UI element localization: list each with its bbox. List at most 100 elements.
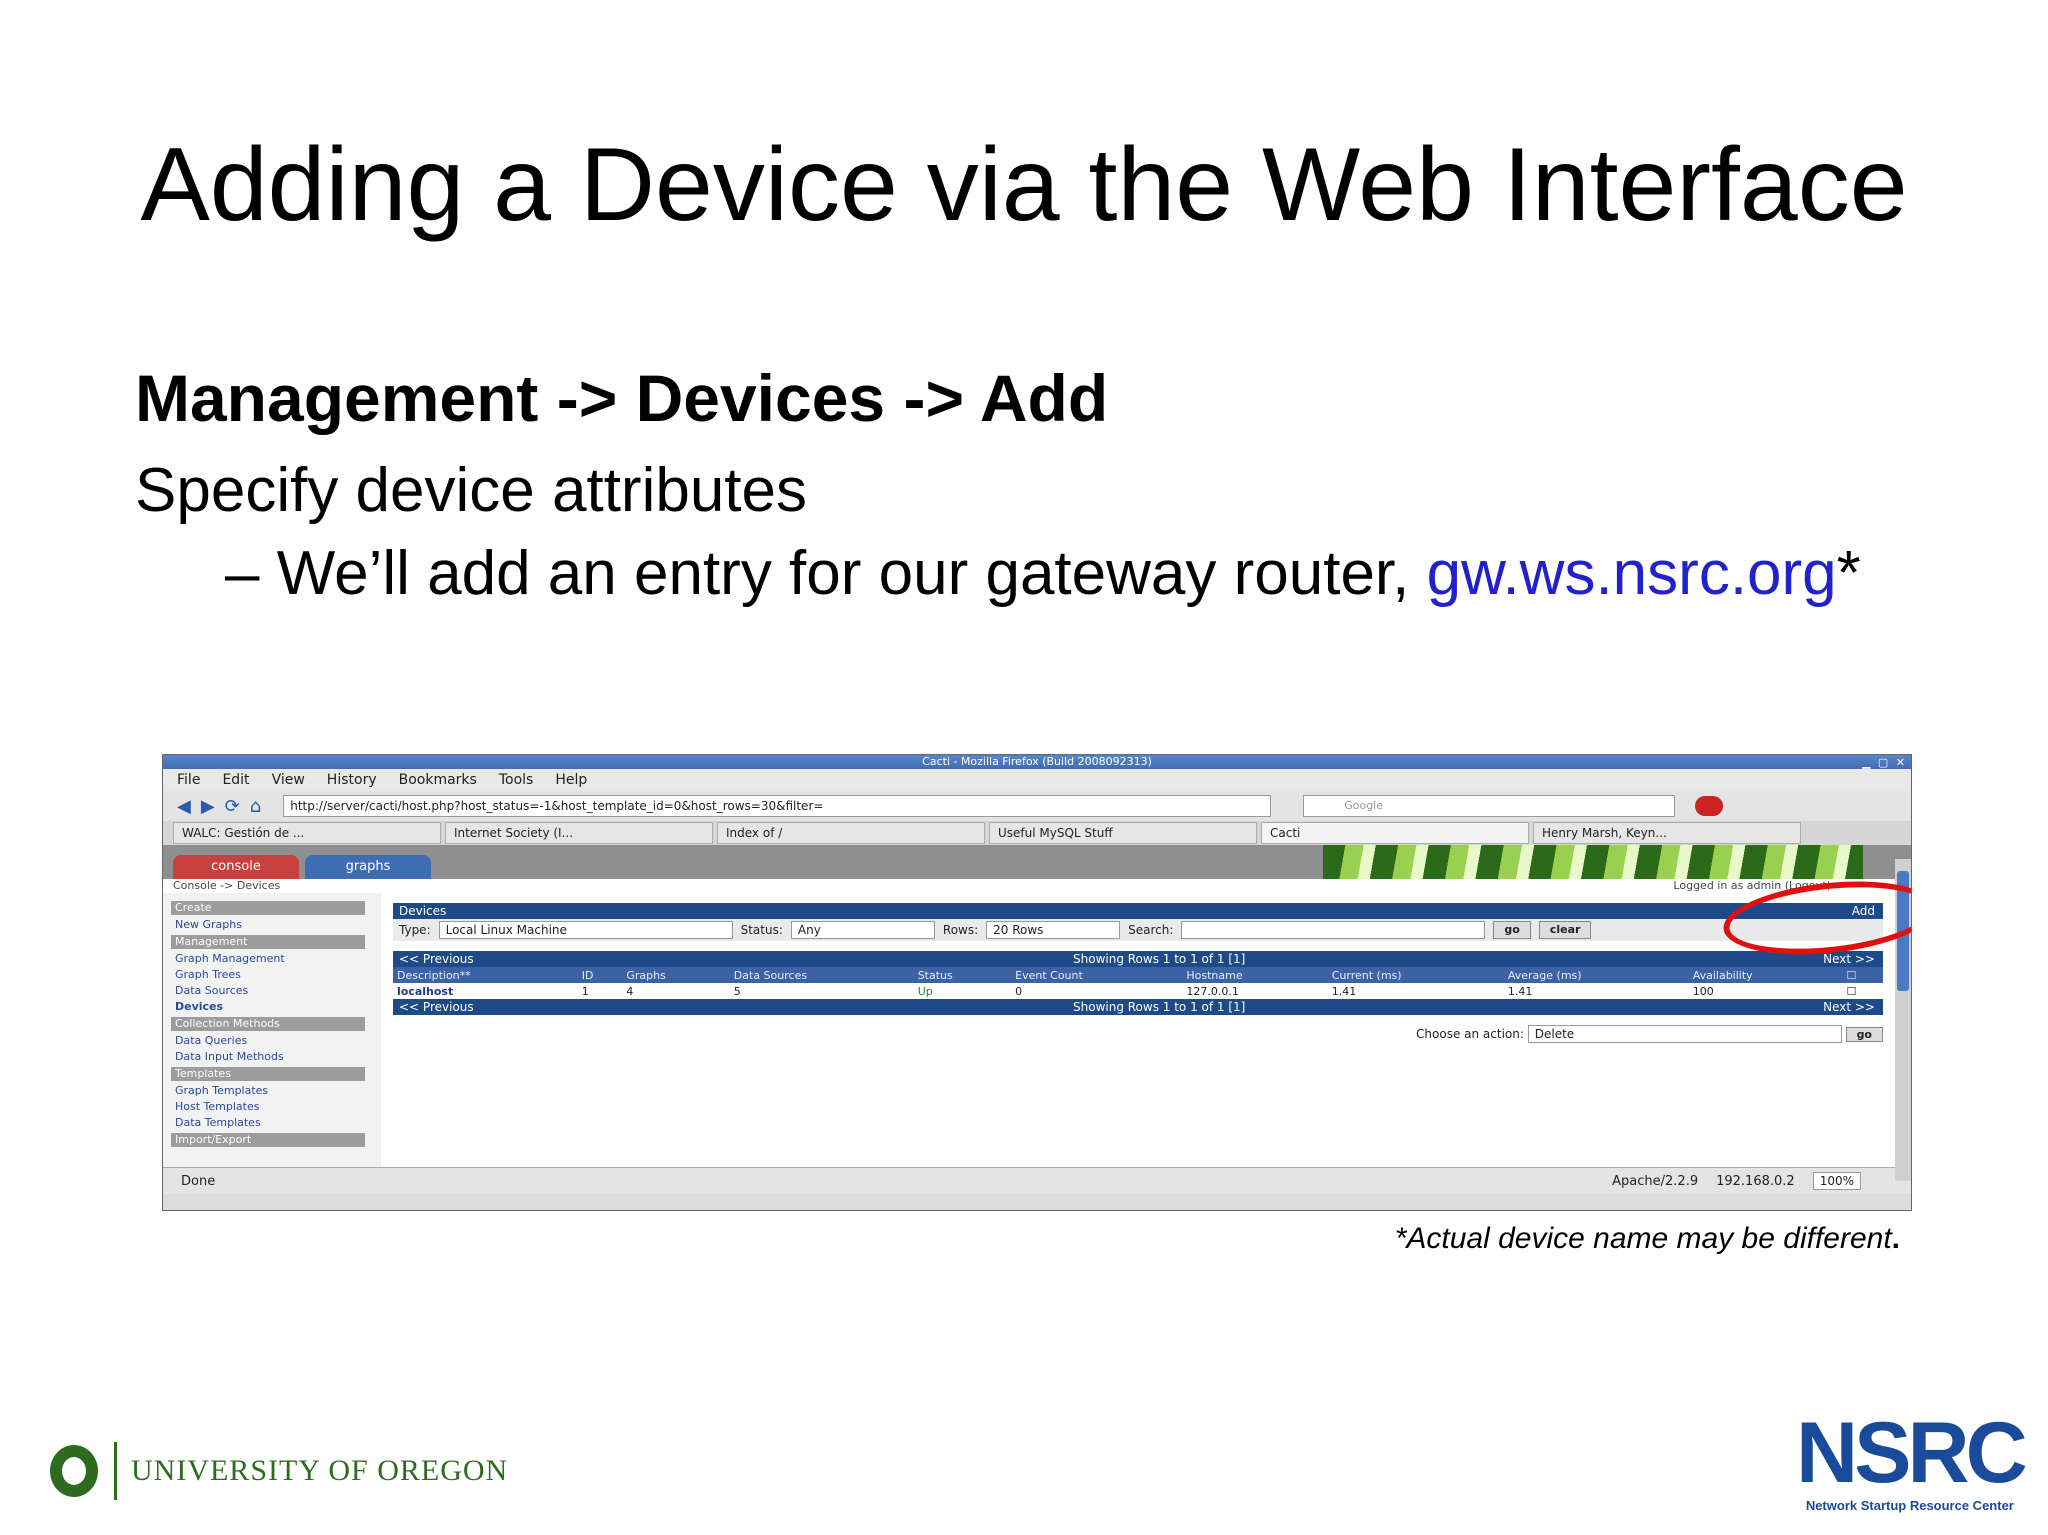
col-id[interactable]: ID xyxy=(577,967,623,983)
next-link[interactable]: Next >> xyxy=(1823,999,1875,1015)
browser-statusbar: Done Apache/2.2.9 192.168.0.2 100% xyxy=(163,1167,1911,1194)
col-graphs[interactable]: Graphs xyxy=(622,967,730,983)
nsrc-logo: NSRC Network Startup Resource Center xyxy=(1796,1410,2028,1513)
col-data-sources[interactable]: Data Sources xyxy=(729,967,914,983)
browser-screenshot: Cacti - Mozilla Firefox (Build 200809231… xyxy=(162,754,1912,1211)
devices-table: Description** ID Graphs Data Sources Sta… xyxy=(393,967,1883,999)
table-header-row: Description** ID Graphs Data Sources Sta… xyxy=(393,967,1883,983)
browser-tab[interactable]: Henry Marsh, Keyn... xyxy=(1533,822,1801,844)
col-event-count[interactable]: Event Count xyxy=(1011,967,1183,983)
sidebar-head-templates: Templates xyxy=(171,1067,365,1081)
menu-view[interactable]: View xyxy=(272,772,305,788)
window-controls[interactable]: ▁ ▢ ✕ xyxy=(1862,756,1907,770)
menu-tools[interactable]: Tools xyxy=(499,772,534,788)
rows-select[interactable]: 20 Rows xyxy=(986,921,1121,939)
status-label: Status: xyxy=(740,923,783,937)
row-checkbox[interactable]: ☐ xyxy=(1843,983,1884,999)
oregon-o-icon xyxy=(50,1445,98,1497)
zoom-select[interactable]: 100% xyxy=(1812,1172,1861,1190)
gateway-link[interactable]: gw.ws.nsrc.org xyxy=(1427,539,1837,608)
menu-history[interactable]: History xyxy=(327,772,377,788)
sidebar-head-import-export[interactable]: Import/Export xyxy=(171,1133,365,1147)
uo-wordmark: UNIVERSITY OF OREGON xyxy=(131,1454,509,1487)
col-description[interactable]: Description** xyxy=(393,967,578,983)
menu-file[interactable]: File xyxy=(177,772,200,788)
device-average: 1.41 xyxy=(1507,984,1533,998)
search-input[interactable]: Google xyxy=(1303,795,1676,817)
logo-divider xyxy=(114,1442,117,1500)
url-bar[interactable]: http://server/cacti/host.php?host_status… xyxy=(283,795,1272,817)
sidebar-item-data-queries[interactable]: Data Queries xyxy=(171,1033,381,1049)
sidebar-item-data-templates[interactable]: Data Templates xyxy=(171,1115,381,1131)
device-current: 1.41 xyxy=(1331,984,1357,998)
bullet-text: – We’ll add an entry for our gateway rou… xyxy=(225,539,1427,608)
sidebar-item-graph-trees[interactable]: Graph Trees xyxy=(171,967,381,983)
sidebar-item-devices[interactable]: Devices xyxy=(171,999,381,1015)
cacti-header: console graphs xyxy=(163,845,1911,879)
search-label: Search: xyxy=(1128,923,1174,937)
footnote-period: . xyxy=(1891,1222,1900,1255)
device-status: Up xyxy=(917,984,933,998)
sidebar-item-graph-templates[interactable]: Graph Templates xyxy=(171,1083,381,1099)
server-ip: 192.168.0.2 xyxy=(1716,1173,1795,1189)
reload-icon[interactable]: ⟳ xyxy=(225,796,240,817)
slide-title: Adding a Device via the Web Interface xyxy=(140,127,1908,243)
tab-graphs[interactable]: graphs xyxy=(305,855,431,879)
browser-tab[interactable]: Useful MySQL Stuff xyxy=(989,822,1257,844)
server-info: Apache/2.2.9 xyxy=(1612,1173,1699,1189)
device-search-input[interactable] xyxy=(1181,921,1486,939)
action-go-button[interactable]: go xyxy=(1845,1027,1883,1042)
tab-console[interactable]: console xyxy=(173,855,299,879)
breadcrumb[interactable]: Console -> Devices xyxy=(173,879,280,892)
sidebar-item-new-graphs[interactable]: New Graphs xyxy=(171,917,381,933)
clear-button[interactable]: clear xyxy=(1538,921,1592,939)
rows-showing: Showing Rows 1 to 1 of 1 [1] xyxy=(1073,1000,1246,1014)
nav-bar-bottom: << Previous Showing Rows 1 to 1 of 1 [1]… xyxy=(393,999,1883,1015)
menu-bookmarks[interactable]: Bookmarks xyxy=(399,772,477,788)
browser-tab[interactable]: Internet Society (I... xyxy=(445,822,713,844)
menu-edit[interactable]: Edit xyxy=(222,772,249,788)
browser-tab-active[interactable]: Cacti xyxy=(1261,822,1529,844)
previous-link[interactable]: << Previous xyxy=(399,952,474,966)
forward-arrow-icon[interactable]: ▶ xyxy=(201,796,215,817)
device-description[interactable]: localhost xyxy=(393,983,578,999)
go-button[interactable]: go xyxy=(1493,921,1531,939)
cacti-banner-image xyxy=(1323,845,1863,879)
university-of-oregon-logo: UNIVERSITY OF OREGON xyxy=(50,1442,508,1500)
sidebar-item-data-sources[interactable]: Data Sources xyxy=(171,983,381,999)
browser-tabs: WALC: Gestión de ... Internet Society (I… xyxy=(163,821,1911,845)
sidebar-item-graph-management[interactable]: Graph Management xyxy=(171,951,381,967)
select-all-checkbox[interactable]: ☐ xyxy=(1842,967,1883,983)
type-select[interactable]: Local Linux Machine xyxy=(438,921,733,939)
col-average[interactable]: Average (ms) xyxy=(1503,967,1689,983)
home-icon[interactable]: ⌂ xyxy=(250,796,261,817)
device-filter: Type: Local Linux Machine Status: Any Ro… xyxy=(393,919,1883,941)
browser-tab[interactable]: Index of / xyxy=(717,822,985,844)
col-availability[interactable]: Availability xyxy=(1688,967,1843,983)
col-hostname[interactable]: Hostname xyxy=(1182,967,1328,983)
menu-help[interactable]: Help xyxy=(555,772,587,788)
device-event-count: 0 xyxy=(1015,984,1023,998)
cacti-sidebar: Create New Graphs Management Graph Manag… xyxy=(163,893,381,1167)
status-select[interactable]: Any xyxy=(790,921,935,939)
slide-bullet: – We’ll add an entry for our gateway rou… xyxy=(225,538,1861,609)
col-current[interactable]: Current (ms) xyxy=(1327,967,1504,983)
browser-tab[interactable]: WALC: Gestión de ... xyxy=(173,822,441,844)
action-select[interactable]: Delete xyxy=(1527,1025,1842,1043)
sidebar-item-data-input-methods[interactable]: Data Input Methods xyxy=(171,1049,381,1065)
cacti-body: Create New Graphs Management Graph Manag… xyxy=(163,893,1911,1167)
stop-icon[interactable] xyxy=(1695,796,1724,816)
slide-heading: Management -> Devices -> Add xyxy=(135,361,1109,435)
footnote-text: *Actual device name may be different xyxy=(1394,1222,1892,1255)
footnote: *Actual device name may be different. xyxy=(1395,1222,1900,1256)
sidebar-item-host-templates[interactable]: Host Templates xyxy=(171,1099,381,1115)
col-status[interactable]: Status xyxy=(913,967,1012,983)
next-link[interactable]: Next >> xyxy=(1823,951,1875,967)
devices-header: Devices Add xyxy=(393,903,1883,919)
sidebar-head-create: Create xyxy=(171,901,365,915)
devices-panel: Devices Add Type: Local Linux Machine St… xyxy=(381,893,1911,1167)
previous-link[interactable]: << Previous xyxy=(399,1000,474,1014)
action-row: Choose an action: Delete go xyxy=(393,1025,1883,1043)
sidebar-head-management: Management xyxy=(171,935,365,949)
back-arrow-icon[interactable]: ◀ xyxy=(177,796,191,817)
